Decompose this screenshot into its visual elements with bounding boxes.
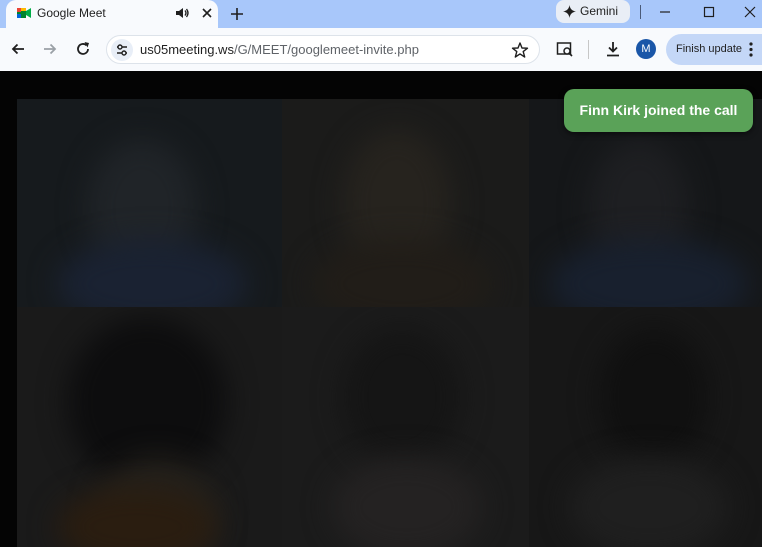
participant-video-tile bbox=[17, 307, 282, 547]
gemini-button[interactable]: Gemini bbox=[556, 0, 630, 23]
toolbar-divider bbox=[588, 40, 589, 59]
download-icon[interactable] bbox=[604, 40, 622, 58]
address-bar[interactable]: us05meeting.ws/G/MEET/googlemeet-invite.… bbox=[106, 35, 540, 64]
forward-arrow-icon[interactable] bbox=[41, 40, 59, 58]
browser-toolbar: us05meeting.ws/G/MEET/googlemeet-invite.… bbox=[0, 28, 762, 71]
speaker-icon[interactable] bbox=[174, 5, 190, 21]
more-menu-icon[interactable] bbox=[746, 41, 756, 58]
new-tab-plus-icon[interactable] bbox=[227, 4, 247, 24]
finish-update-label: Finish update bbox=[676, 43, 743, 55]
gemini-sparkle-icon bbox=[563, 5, 576, 18]
video-grid bbox=[17, 99, 762, 547]
participant-video-tile bbox=[282, 99, 529, 307]
participant-video-tile bbox=[282, 307, 529, 547]
meeting-page: Finn Kirk joined the call bbox=[0, 71, 762, 547]
profile-avatar[interactable]: M bbox=[636, 39, 656, 59]
url-text[interactable]: us05meeting.ws/G/MEET/googlemeet-invite.… bbox=[140, 42, 419, 57]
reload-icon[interactable] bbox=[74, 40, 92, 58]
back-arrow-icon[interactable] bbox=[9, 40, 27, 58]
finish-update-button[interactable]: Finish update bbox=[666, 34, 762, 65]
search-tab-icon[interactable] bbox=[556, 40, 574, 58]
tab-google-meet[interactable]: Google Meet bbox=[6, 0, 218, 28]
url-path: /G/MEET/googlemeet-invite.php bbox=[233, 42, 419, 57]
window-close-icon[interactable] bbox=[742, 4, 758, 20]
tabstrip-divider bbox=[640, 5, 641, 19]
participant-joined-toast: Finn Kirk joined the call bbox=[564, 89, 753, 132]
toast-message: Finn Kirk joined the call bbox=[579, 102, 738, 118]
participant-video-tile bbox=[17, 99, 282, 307]
tab-strip: Google Meet Gemini bbox=[0, 0, 762, 28]
participant-video-tile bbox=[529, 307, 762, 547]
bookmark-star-icon[interactable] bbox=[511, 41, 529, 59]
google-meet-icon bbox=[17, 8, 31, 18]
site-info-tune-icon[interactable] bbox=[111, 39, 133, 61]
url-host: us05meeting.ws bbox=[140, 42, 234, 57]
maximize-icon[interactable] bbox=[700, 4, 718, 20]
close-icon[interactable] bbox=[199, 5, 215, 21]
tab-title: Google Meet bbox=[37, 6, 106, 20]
gemini-label: Gemini bbox=[580, 4, 619, 18]
minimize-icon[interactable] bbox=[656, 4, 674, 20]
